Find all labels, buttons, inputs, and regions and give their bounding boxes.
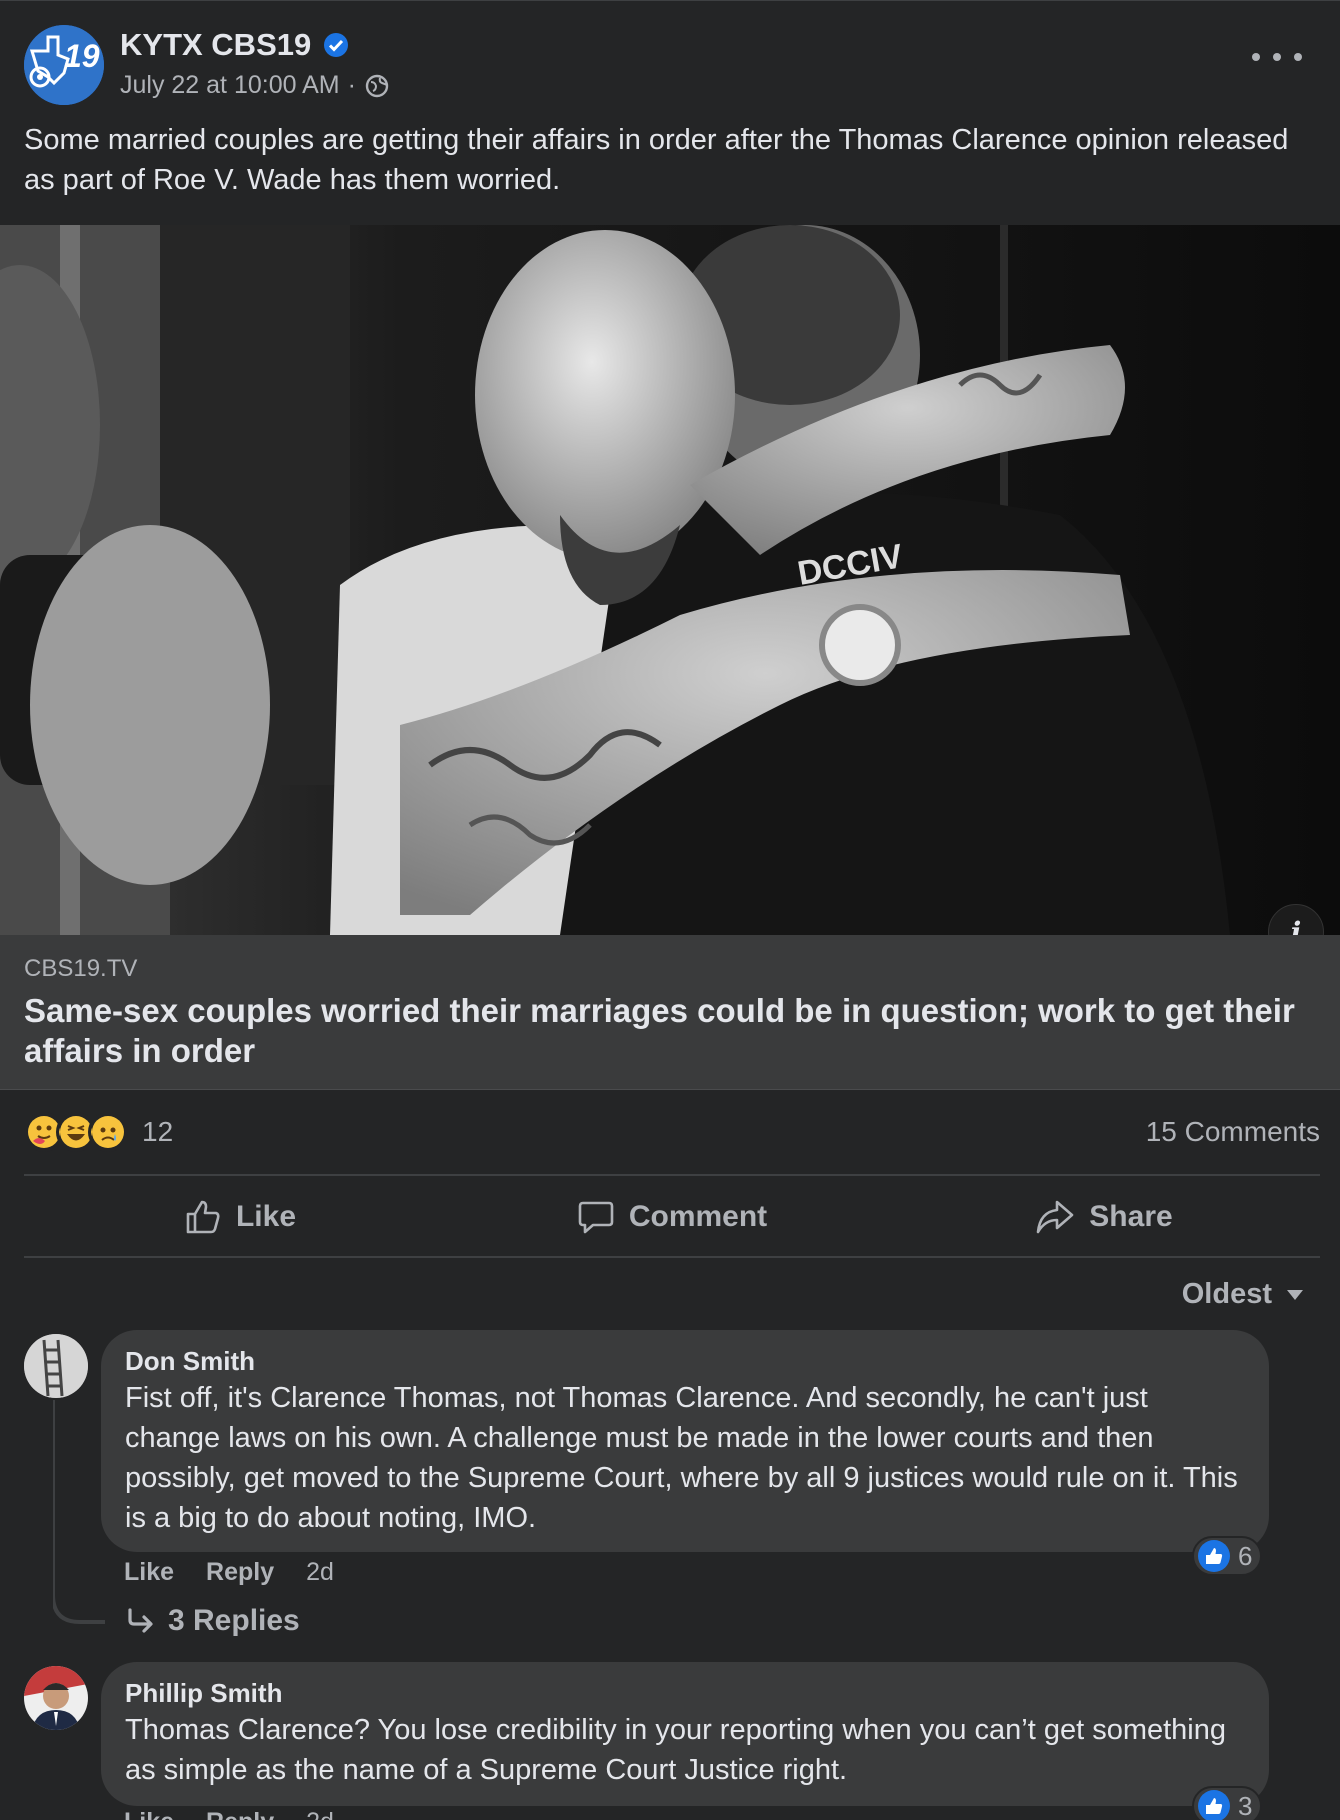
- like-badge-icon: [1198, 1790, 1230, 1820]
- like-button[interactable]: Like: [24, 1178, 456, 1256]
- post-text: Some married couples are getting their a…: [24, 124, 1289, 196]
- page-name[interactable]: KYTX CBS19: [120, 27, 349, 63]
- post-meta: July 22 at 10:00 AM ·: [120, 71, 390, 100]
- comment-age[interactable]: 2d: [306, 1808, 334, 1820]
- page-avatar[interactable]: 19: [24, 25, 104, 105]
- comment-text: Fist off, it's Clarence Thomas, not Thom…: [125, 1382, 1238, 1534]
- link-preview[interactable]: CBS19.TV Same-sex couples worried their …: [0, 935, 1340, 1090]
- commenter-avatar[interactable]: [24, 1666, 88, 1730]
- meta-separator: ·: [347, 71, 356, 99]
- divider: [24, 1174, 1320, 1176]
- verified-badge-icon: [324, 33, 349, 57]
- action-bar: Like Comment Share: [24, 1178, 1320, 1256]
- comment-actions: Like Reply 2d: [124, 1558, 334, 1587]
- comment-author[interactable]: Don Smith: [125, 1344, 1245, 1378]
- comment-like-link[interactable]: Like: [124, 1558, 174, 1587]
- divider: [24, 1256, 1320, 1258]
- comment-bubble: Don Smith Fist off, it's Clarence Thomas…: [101, 1330, 1269, 1552]
- comment-like-count[interactable]: 6: [1192, 1536, 1263, 1576]
- post-stats: 12 15 Comments: [24, 1110, 1320, 1154]
- share-arrow-icon: [1036, 1200, 1074, 1234]
- comment-like-link[interactable]: Like: [124, 1808, 174, 1820]
- reaction-count: 12: [142, 1116, 174, 1147]
- page-name-text[interactable]: KYTX CBS19: [120, 27, 311, 63]
- like-label: Like: [235, 1200, 297, 1233]
- post-photo[interactable]: DCCIV: [0, 225, 1340, 935]
- comment-reply-link[interactable]: Reply: [206, 1558, 274, 1587]
- sad-reaction-icon: [88, 1112, 128, 1152]
- reactions-summary[interactable]: 12: [24, 1112, 173, 1152]
- comment-button[interactable]: Comment: [456, 1178, 888, 1256]
- comment-age[interactable]: 2d: [306, 1558, 334, 1587]
- comment-like-number: 3: [1238, 1790, 1253, 1820]
- sort-label: Oldest: [1181, 1278, 1272, 1310]
- comment-count[interactable]: 15 Comments: [1146, 1116, 1320, 1148]
- like-badge-icon: [1198, 1540, 1230, 1572]
- comment-author[interactable]: Phillip Smith: [125, 1676, 1245, 1710]
- comment-like-count[interactable]: 3: [1192, 1786, 1263, 1820]
- comment-bubble: Phillip Smith Thomas Clarence? You lose …: [101, 1662, 1269, 1806]
- caret-down-icon: [1287, 1289, 1303, 1300]
- post-header: 19 KYTX CBS19 July 22 at 10:00 AM ·: [0, 0, 1340, 110]
- more-options-icon[interactable]: [1252, 45, 1302, 69]
- share-button[interactable]: Share: [888, 1178, 1320, 1256]
- view-replies-link[interactable]: 3 Replies: [126, 1604, 300, 1638]
- svg-text:19: 19: [64, 38, 100, 74]
- comment-label: Comment: [628, 1200, 768, 1233]
- link-title[interactable]: Same-sex couples worried their marriages…: [24, 991, 1314, 1071]
- comment-sort-dropdown[interactable]: Oldest: [1182, 1278, 1304, 1311]
- commenter-avatar[interactable]: [24, 1334, 88, 1398]
- link-domain: CBS19.TV: [24, 955, 138, 982]
- replies-label: 3 Replies: [168, 1604, 300, 1637]
- comment-actions: Like Reply 2d: [124, 1808, 334, 1820]
- reply-arrow-icon: [128, 1608, 153, 1633]
- comment-like-number: 6: [1238, 1540, 1253, 1571]
- comment-bubble-icon: [578, 1201, 614, 1234]
- comment-text: Thomas Clarence? You lose credibility in…: [125, 1714, 1227, 1786]
- post-timestamp[interactable]: July 22 at 10:00 AM: [120, 71, 340, 100]
- comment-reply-link[interactable]: Reply: [206, 1808, 274, 1820]
- thumbs-up-icon: [186, 1200, 220, 1234]
- globe-icon: [365, 74, 389, 97]
- share-label: Share: [1089, 1200, 1173, 1233]
